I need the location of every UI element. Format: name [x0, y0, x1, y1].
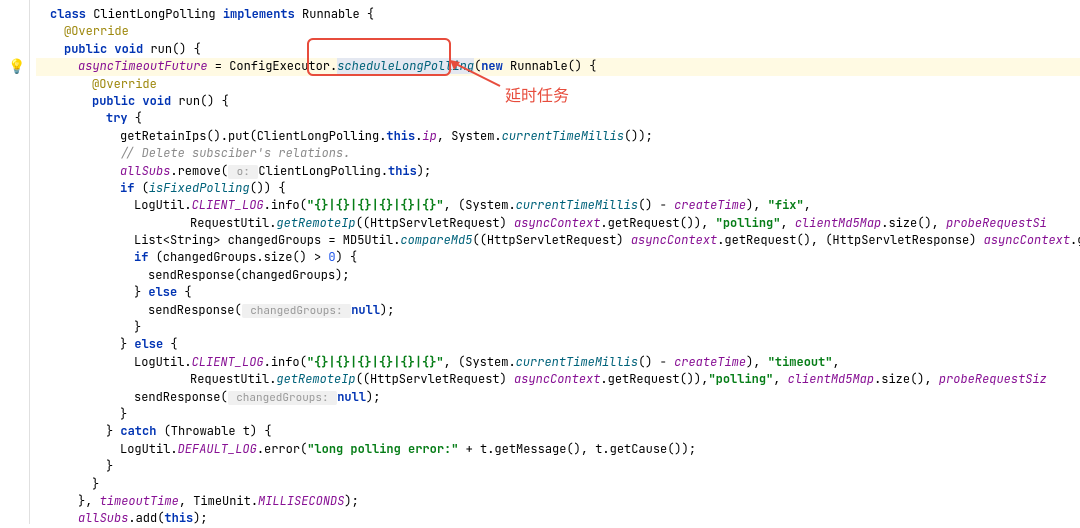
code-line: }, timeoutTime, TimeUnit.MILLISECONDS);	[36, 493, 1080, 510]
code-line: } catch (Throwable t) {	[36, 423, 1080, 440]
code-line: allSubs.remove( o: ClientLongPolling.thi…	[36, 163, 1080, 180]
code-line: // Delete subsciber's relations.	[36, 145, 1080, 162]
highlighted-line: asyncTimeoutFuture = ConfigExecutor.sche…	[36, 58, 1080, 75]
code-line: RequestUtil.getRemoteIp((HttpServletRequ…	[36, 371, 1080, 388]
code-line: } else {	[36, 284, 1080, 301]
code-line: @Override	[36, 23, 1080, 40]
callout-label: 延时任务	[505, 82, 569, 106]
code-line: sendResponse( changedGroups: null);	[36, 389, 1080, 406]
code-line: }	[36, 458, 1080, 475]
code-line: sendResponse(changedGroups);	[36, 267, 1080, 284]
code-line: }	[36, 406, 1080, 423]
code-line: RequestUtil.getRemoteIp((HttpServletRequ…	[36, 215, 1080, 232]
code-line: if (isFixedPolling()) {	[36, 180, 1080, 197]
code-line: try {	[36, 110, 1080, 127]
code-line: LogUtil.DEFAULT_LOG.error("long polling …	[36, 441, 1080, 458]
code-line: }	[36, 476, 1080, 493]
editor-gutter: 💡	[0, 0, 30, 524]
code-line: if (changedGroups.size() > 0) {	[36, 249, 1080, 266]
code-line: LogUtil.CLIENT_LOG.info("{}|{}|{}|{}|{}|…	[36, 197, 1080, 214]
code-line: } else {	[36, 336, 1080, 353]
code-editor[interactable]: class ClientLongPolling implements Runna…	[30, 0, 1080, 524]
code-line: class ClientLongPolling implements Runna…	[36, 6, 1080, 23]
code-line: LogUtil.CLIENT_LOG.info("{}|{}|{}|{}|{}|…	[36, 354, 1080, 371]
lightbulb-icon[interactable]: 💡	[8, 58, 25, 76]
code-line: List<String> changedGroups = MD5Util.com…	[36, 232, 1080, 249]
code-line: allSubs.add(this);	[36, 510, 1080, 527]
code-line: getRetainIps().put(ClientLongPolling.thi…	[36, 128, 1080, 145]
code-line: public void run() {	[36, 41, 1080, 58]
code-line: }	[36, 319, 1080, 336]
code-line: sendResponse( changedGroups: null);	[36, 302, 1080, 319]
